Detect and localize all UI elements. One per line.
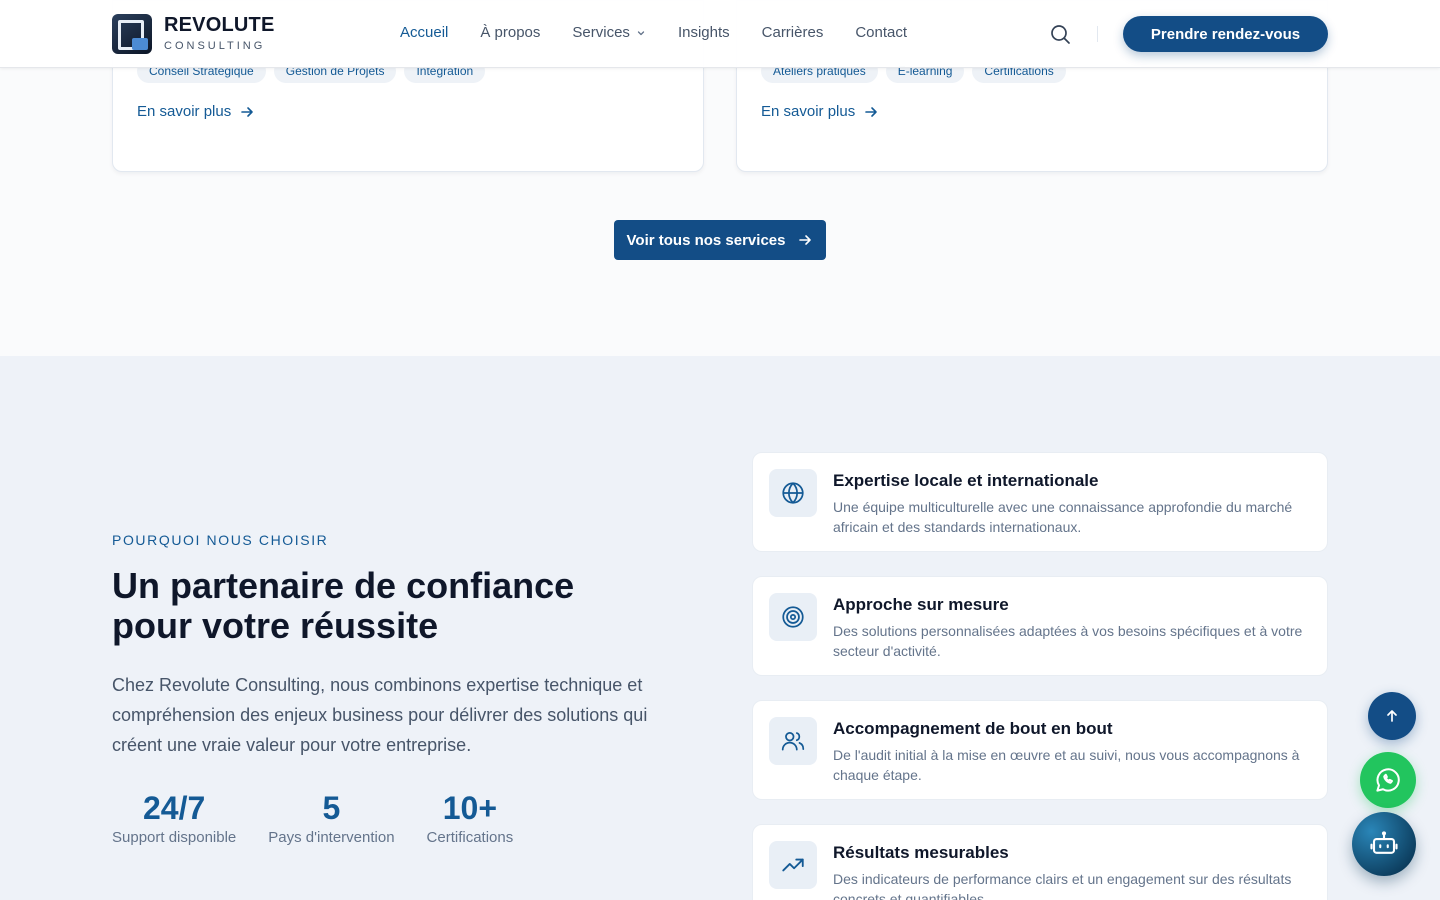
users-icon — [781, 732, 805, 751]
learn-more-label: En savoir plus — [137, 103, 232, 120]
nav-label: Services — [572, 24, 630, 41]
stat-label: Support disponible — [112, 829, 237, 846]
brand-logo[interactable]: REVOLUTE CONSULTING — [112, 14, 275, 54]
main-nav: Accueil À propos Services Insights Carri… — [400, 24, 907, 41]
robot-icon — [1370, 831, 1398, 854]
trending-up-icon — [782, 858, 804, 872]
stat-certifications: 10+ Certifications — [427, 790, 514, 848]
stat-label: Pays d'intervention — [268, 829, 395, 846]
nav-item-services[interactable]: Services — [572, 24, 646, 41]
globe-icon — [782, 482, 804, 504]
feature-icon-box — [769, 469, 817, 517]
feature-title: Accompagnement de bout en bout — [833, 719, 1113, 738]
stat-label: Certifications — [426, 829, 514, 846]
nav-label: Contact — [855, 24, 908, 41]
target-icon — [782, 606, 804, 628]
nav-item-a-propos[interactable]: À propos — [480, 24, 540, 41]
section-eyebrow: POURQUOI NOUS CHOISIR — [112, 532, 329, 548]
nav-item-insights[interactable]: Insights — [678, 24, 730, 41]
nav-item-carrieres[interactable]: Carrières — [762, 24, 824, 41]
nav-label: Insights — [677, 24, 730, 41]
brand-subtitle: CONSULTING — [164, 40, 266, 52]
feature-description: Des indicateurs de performance clairs et… — [833, 871, 1292, 900]
stat-support: 24/7 Support disponible — [112, 790, 236, 848]
section-description: Chez Revolute Consulting, nous combinons… — [112, 675, 648, 755]
scroll-to-top-button[interactable] — [1368, 692, 1416, 740]
stat-value: 5 — [322, 790, 341, 826]
feature-description: Une équipe multiculturelle avec une conn… — [833, 499, 1293, 535]
arrow-up-icon — [1387, 710, 1397, 722]
feature-icon-box — [769, 717, 817, 765]
feature-icon-box — [769, 841, 817, 889]
search-icon[interactable] — [1048, 22, 1072, 46]
why-choose-us-section: POURQUOI NOUS CHOISIR Un partenaire de c… — [0, 356, 1440, 900]
feature-description: De l'audit initial à la mise en œuvre et… — [833, 747, 1300, 783]
chevron-down-icon — [637, 30, 645, 35]
stat-value: 10+ — [442, 790, 498, 826]
feature-card-end-to-end: Accompagnement de bout en bout De l'audi… — [752, 700, 1328, 800]
arrow-right-icon — [241, 106, 254, 117]
feature-icon-box — [769, 593, 817, 641]
all-services-button[interactable]: Voir tous nos services — [614, 220, 826, 260]
nav-label: Carrières — [761, 24, 824, 41]
book-appointment-button[interactable]: Prendre rendez-vous — [1123, 16, 1328, 52]
logo-icon — [112, 14, 152, 54]
site-header: REVOLUTE CONSULTING Accueil À propos Ser… — [0, 0, 1440, 68]
feature-title: Approche sur mesure — [833, 595, 1009, 614]
stat-countries: 5 Pays d'intervention — [268, 790, 394, 848]
brand-text: REVOLUTE CONSULTING — [164, 14, 275, 54]
arrow-right-icon — [799, 235, 812, 245]
feature-description: Des solutions personnalisées adaptées à … — [833, 623, 1303, 659]
header-divider — [1097, 26, 1098, 42]
feature-title: Résultats mesurables — [833, 843, 1009, 862]
nav-item-contact[interactable]: Contact — [855, 24, 907, 41]
learn-more-link[interactable]: En savoir plus — [137, 103, 255, 120]
title-line-2: pour votre réussite — [112, 605, 439, 646]
nav-item-accueil[interactable]: Accueil — [400, 24, 448, 41]
feature-card-expertise: Expertise locale et internationale Une é… — [752, 452, 1328, 552]
brand-title: REVOLUTE — [164, 14, 275, 36]
stats-row: 24/7 Support disponible 5 Pays d'interve… — [112, 790, 513, 848]
title-line-1: Un partenaire de confiance — [112, 565, 575, 606]
arrow-right-icon — [865, 106, 878, 117]
learn-more-link[interactable]: En savoir plus — [761, 103, 879, 120]
feature-card-results: Résultats mesurables Des indicateurs de … — [752, 824, 1328, 900]
learn-more-label: En savoir plus — [761, 103, 856, 120]
feature-card-tailored: Approche sur mesure Des solutions person… — [752, 576, 1328, 676]
stat-value: 24/7 — [142, 790, 206, 826]
all-services-label: Voir tous nos services — [626, 231, 786, 249]
nav-label: À propos — [480, 24, 541, 41]
nav-label: Accueil — [400, 24, 449, 41]
whatsapp-button[interactable] — [1360, 752, 1416, 808]
whatsapp-icon — [1376, 768, 1400, 792]
section-title: Un partenaire de confiance pour votre ré… — [112, 566, 672, 646]
chatbot-button[interactable] — [1352, 812, 1416, 876]
feature-title: Expertise locale et internationale — [833, 471, 1099, 490]
